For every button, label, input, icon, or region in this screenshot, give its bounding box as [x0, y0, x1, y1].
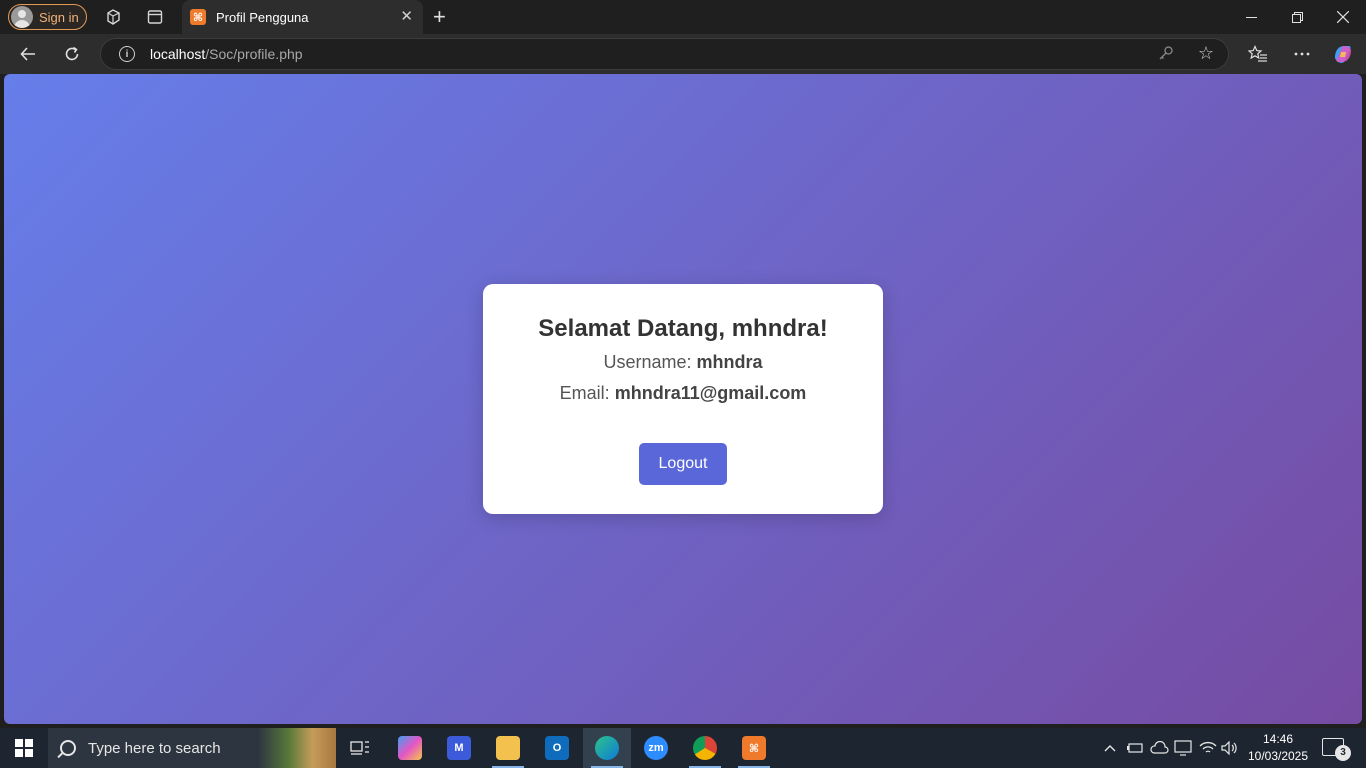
taskbar-clock[interactable]: 14:46 10/03/2025	[1242, 731, 1314, 765]
outlook-icon[interactable]: O	[533, 728, 581, 768]
search-placeholder: Type here to search	[88, 739, 221, 757]
url-host: localhost	[150, 46, 206, 62]
password-key-icon[interactable]	[1158, 45, 1174, 64]
username-line: Username: mhndra	[483, 351, 883, 374]
windows-logo-icon	[15, 739, 33, 757]
url-path: /Soc/profile.php	[205, 46, 303, 62]
taskbar-search-box[interactable]: Type here to search	[48, 728, 336, 768]
sign-in-label: Sign in	[39, 9, 79, 25]
tab-title: Profil Pengguna	[216, 9, 309, 25]
edge-browser-icon[interactable]	[583, 728, 631, 768]
xampp-icon: ⌘	[190, 9, 206, 25]
tab-actions-icon[interactable]	[145, 7, 165, 27]
search-highlight-illustration	[258, 728, 336, 768]
favorite-star-icon[interactable]: ☆	[1198, 43, 1214, 64]
logout-button[interactable]: Logout	[639, 443, 727, 485]
workspaces-icon[interactable]	[103, 7, 123, 27]
profile-avatar-icon	[11, 6, 33, 28]
more-options-icon[interactable]	[1290, 42, 1314, 66]
close-window-icon[interactable]	[1320, 0, 1366, 34]
onedrive-cloud-icon[interactable]	[1148, 728, 1170, 768]
restore-icon[interactable]	[1274, 0, 1320, 34]
address-bar[interactable]: i localhost/Soc/profile.php ☆	[100, 38, 1229, 70]
email-value: mhndra11@gmail.com	[614, 383, 807, 403]
email-label: Email:	[559, 383, 610, 403]
start-button[interactable]	[0, 728, 48, 768]
battery-icon[interactable]	[1124, 728, 1146, 768]
profile-card: Selamat Datang, mhndra! Username: mhndra…	[483, 284, 883, 514]
search-icon	[60, 740, 76, 756]
browser-titlebar: Sign in ⌘ Profil Pengguna ✕ +	[0, 0, 1366, 34]
copilot-icon[interactable]	[1331, 42, 1355, 66]
clock-time: 14:46	[1262, 732, 1294, 746]
chrome-icon[interactable]	[681, 728, 729, 768]
new-tab-icon[interactable]: +	[433, 6, 446, 28]
welcome-heading: Selamat Datang, mhndra!	[538, 315, 828, 342]
volume-icon[interactable]	[1219, 728, 1241, 768]
minimize-icon[interactable]	[1228, 0, 1274, 34]
notification-count-badge: 3	[1335, 745, 1351, 761]
favorites-icon[interactable]	[1246, 42, 1270, 66]
username-label: Username:	[603, 352, 692, 372]
wifi-icon[interactable]	[1197, 728, 1219, 768]
clock-date: 10/03/2025	[1247, 749, 1309, 763]
xampp-control-icon[interactable]: ⌘	[730, 728, 778, 768]
page-viewport: Selamat Datang, mhndra! Username: mhndra…	[4, 74, 1362, 724]
file-explorer-icon[interactable]	[484, 728, 532, 768]
windows-taskbar: Type here to search M O zm ⌘ 14:46 10/03…	[0, 728, 1366, 768]
sign-in-button[interactable]: Sign in	[8, 4, 87, 30]
back-arrow-icon[interactable]	[16, 42, 40, 66]
refresh-icon[interactable]	[60, 42, 84, 66]
editor-app-icon[interactable]: M	[435, 728, 483, 768]
copilot-app-icon[interactable]	[386, 728, 434, 768]
show-hidden-icons-chevron-icon[interactable]	[1100, 728, 1120, 768]
username-value: mhndra	[696, 352, 763, 372]
zoom-app-icon[interactable]: zm	[632, 728, 680, 768]
site-info-icon[interactable]: i	[119, 46, 135, 62]
notification-center-icon[interactable]: 3	[1322, 738, 1351, 761]
email-line: Email: mhndra11@gmail.com	[483, 382, 883, 405]
tab-profil-pengguna[interactable]: ⌘ Profil Pengguna ✕	[182, 0, 423, 34]
task-view-icon[interactable]	[336, 728, 384, 768]
close-tab-icon[interactable]: ✕	[400, 9, 413, 25]
display-icon[interactable]	[1172, 728, 1194, 768]
browser-toolbar: i localhost/Soc/profile.php ☆	[0, 34, 1366, 74]
